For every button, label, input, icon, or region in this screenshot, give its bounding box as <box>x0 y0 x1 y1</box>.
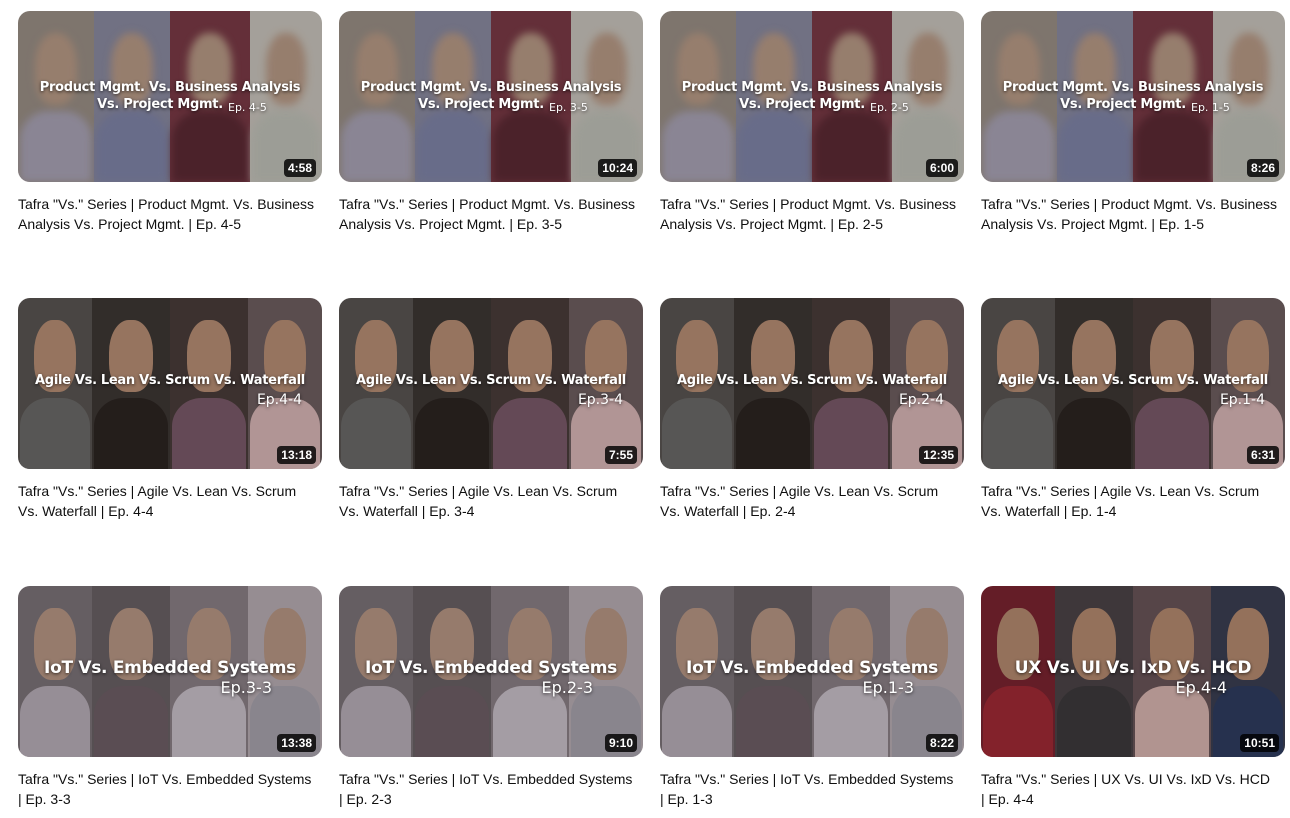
video-card[interactable]: Product Mgmt. Vs. Business Analysis Vs. P… <box>981 11 1285 234</box>
video-thumbnail[interactable]: IoT Vs. Embedded Systems Ep.3-3 13:38 <box>18 586 322 757</box>
video-card[interactable]: IoT Vs. Embedded Systems Ep.2-3 9:10 Tafra … <box>339 586 643 809</box>
thumbnail-episode: Ep. 1-5 <box>1191 101 1230 114</box>
thumbnail-episode: Ep.1-3 <box>862 678 914 697</box>
thumbnail-episode: Ep.1-4 <box>1219 392 1265 408</box>
thumbnail-episode: Ep. 3-5 <box>549 101 588 114</box>
thumbnail-caption: IoT Vs. Embedded Systems <box>365 658 617 678</box>
duration-badge: 4:58 <box>283 159 316 177</box>
thumbnail-caption: Product Mgmt. Vs. Business Analysis <box>39 80 301 95</box>
thumbnail-caption: IoT Vs. Embedded Systems <box>686 658 938 678</box>
video-card[interactable]: Product Mgmt. Vs. Business Analysis Vs. P… <box>339 11 643 234</box>
video-title-link[interactable]: Tafra "Vs." Series | Product Mgmt. Vs. B… <box>981 194 1285 234</box>
thumbnail-caption: Agile Vs. Lean Vs. Scrum Vs. Waterfall <box>356 373 626 388</box>
duration-badge: 6:31 <box>1246 446 1279 464</box>
thumbnail-caption: Agile Vs. Lean Vs. Scrum Vs. Waterfall <box>998 373 1268 388</box>
video-title-link[interactable]: Tafra "Vs." Series | Product Mgmt. Vs. B… <box>18 194 322 234</box>
duration-badge: 13:18 <box>277 446 316 464</box>
video-card[interactable]: UX Vs. UI Vs. IxD Vs. HCD Ep.4-4 10:51 Tafr… <box>981 586 1285 809</box>
video-card[interactable]: Agile Vs. Lean Vs. Scrum Vs. Waterfall Ep… <box>660 298 964 521</box>
video-thumbnail[interactable]: UX Vs. UI Vs. IxD Vs. HCD Ep.4-4 10:51 <box>981 586 1285 757</box>
video-thumbnail[interactable]: Agile Vs. Lean Vs. Scrum Vs. Waterfall Ep… <box>981 298 1285 469</box>
duration-badge: 6:00 <box>925 159 958 177</box>
video-thumbnail[interactable]: IoT Vs. Embedded Systems Ep.1-3 8:22 <box>660 586 964 757</box>
video-title-link[interactable]: Tafra "Vs." Series | Agile Vs. Lean Vs. … <box>339 481 643 521</box>
thumbnail-caption: Product Mgmt. Vs. Business Analysis <box>360 80 622 95</box>
video-title-link[interactable]: Tafra "Vs." Series | Product Mgmt. Vs. B… <box>339 194 643 234</box>
thumbnail-episode: Ep.2-3 <box>541 678 593 697</box>
thumbnail-episode: Ep.4-4 <box>1175 678 1227 697</box>
video-thumbnail[interactable]: Product Mgmt. Vs. Business Analysis Vs. P… <box>18 11 322 182</box>
video-thumbnail[interactable]: Product Mgmt. Vs. Business Analysis Vs. P… <box>660 11 964 182</box>
video-title-link[interactable]: Tafra "Vs." Series | Product Mgmt. Vs. B… <box>660 194 964 234</box>
thumbnail-episode: Ep. 4-5 <box>228 101 267 114</box>
video-title-link[interactable]: Tafra "Vs." Series | IoT Vs. Embedded Sy… <box>660 769 964 809</box>
video-thumbnail[interactable]: Product Mgmt. Vs. Business Analysis Vs. P… <box>339 11 643 182</box>
thumbnail-caption: Product Mgmt. Vs. Business Analysis <box>1002 80 1264 95</box>
video-card[interactable]: Agile Vs. Lean Vs. Scrum Vs. Waterfall Ep… <box>339 298 643 521</box>
video-title-link[interactable]: Tafra "Vs." Series | UX Vs. UI Vs. IxD V… <box>981 769 1285 809</box>
thumbnail-caption: Agile Vs. Lean Vs. Scrum Vs. Waterfall <box>35 373 305 388</box>
video-card[interactable]: Agile Vs. Lean Vs. Scrum Vs. Waterfall Ep… <box>18 298 322 521</box>
video-card[interactable]: Product Mgmt. Vs. Business Analysis Vs. P… <box>18 11 322 234</box>
thumbnail-caption-line2: Vs. Project Mgmt. <box>97 97 223 112</box>
thumbnail-caption: Product Mgmt. Vs. Business Analysis <box>681 80 943 95</box>
video-title-link[interactable]: Tafra "Vs." Series | Agile Vs. Lean Vs. … <box>660 481 964 521</box>
thumbnail-episode: Ep.3-3 <box>220 678 272 697</box>
duration-badge: 8:26 <box>1246 159 1279 177</box>
video-title-link[interactable]: Tafra "Vs." Series | Agile Vs. Lean Vs. … <box>18 481 322 521</box>
video-card[interactable]: Product Mgmt. Vs. Business Analysis Vs. P… <box>660 11 964 234</box>
thumbnail-caption: Agile Vs. Lean Vs. Scrum Vs. Waterfall <box>677 373 947 388</box>
thumbnail-caption: UX Vs. UI Vs. IxD Vs. HCD <box>1014 658 1252 678</box>
video-grid: Product Mgmt. Vs. Business Analysis Vs. P… <box>0 0 1290 818</box>
video-title-link[interactable]: Tafra "Vs." Series | IoT Vs. Embedded Sy… <box>18 769 322 809</box>
duration-badge: 12:35 <box>919 446 958 464</box>
duration-badge: 10:24 <box>598 159 637 177</box>
thumbnail-episode: Ep.2-4 <box>898 392 944 408</box>
duration-badge: 8:22 <box>925 734 958 752</box>
duration-badge: 10:51 <box>1240 734 1279 752</box>
video-thumbnail[interactable]: IoT Vs. Embedded Systems Ep.2-3 9:10 <box>339 586 643 757</box>
thumbnail-episode: Ep. 2-5 <box>870 101 909 114</box>
video-card[interactable]: IoT Vs. Embedded Systems Ep.1-3 8:22 Tafra … <box>660 586 964 809</box>
video-thumbnail[interactable]: Product Mgmt. Vs. Business Analysis Vs. P… <box>981 11 1285 182</box>
thumbnail-caption-line2: Vs. Project Mgmt. <box>1060 97 1186 112</box>
video-title-link[interactable]: Tafra "Vs." Series | IoT Vs. Embedded Sy… <box>339 769 643 809</box>
duration-badge: 9:10 <box>604 734 637 752</box>
duration-badge: 13:38 <box>277 734 316 752</box>
video-card[interactable]: Agile Vs. Lean Vs. Scrum Vs. Waterfall Ep… <box>981 298 1285 521</box>
video-thumbnail[interactable]: Agile Vs. Lean Vs. Scrum Vs. Waterfall Ep… <box>339 298 643 469</box>
video-title-link[interactable]: Tafra "Vs." Series | Agile Vs. Lean Vs. … <box>981 481 1285 521</box>
duration-badge: 7:55 <box>604 446 637 464</box>
video-thumbnail[interactable]: Agile Vs. Lean Vs. Scrum Vs. Waterfall Ep… <box>660 298 964 469</box>
video-thumbnail[interactable]: Agile Vs. Lean Vs. Scrum Vs. Waterfall Ep… <box>18 298 322 469</box>
thumbnail-caption-line2: Vs. Project Mgmt. <box>418 97 544 112</box>
thumbnail-episode: Ep.4-4 <box>256 392 302 408</box>
thumbnail-caption-line2: Vs. Project Mgmt. <box>739 97 865 112</box>
video-card[interactable]: IoT Vs. Embedded Systems Ep.3-3 13:38 Tafra… <box>18 586 322 809</box>
thumbnail-episode: Ep.3-4 <box>577 392 623 408</box>
thumbnail-caption: IoT Vs. Embedded Systems <box>44 658 296 678</box>
